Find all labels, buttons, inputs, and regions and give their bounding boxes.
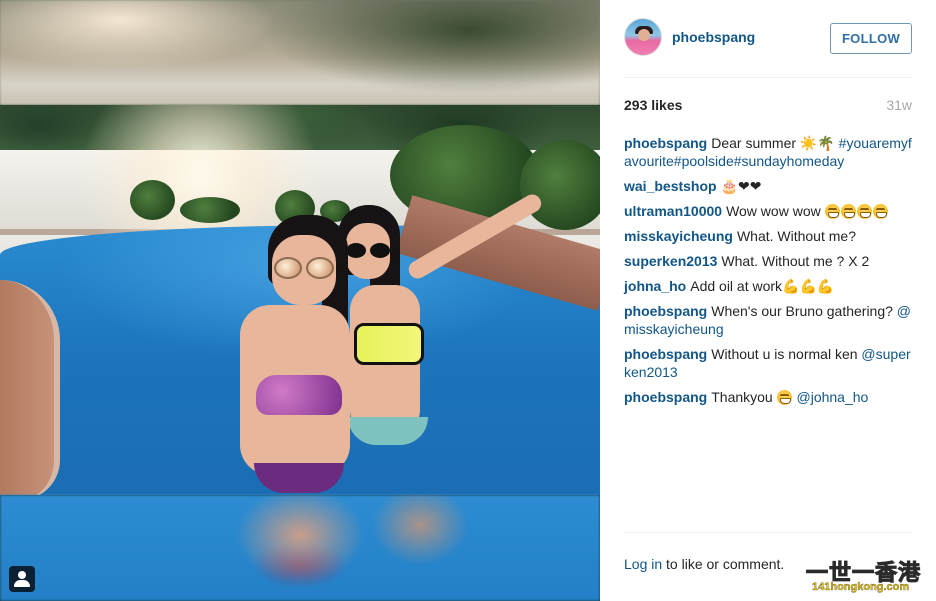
comment-text: When's our Bruno gathering? — [711, 303, 893, 319]
photo-image — [0, 105, 600, 495]
avatar[interactable] — [624, 18, 662, 56]
comment: ultraman10000 Wow wow wow — [624, 202, 914, 220]
caption: phoebspang Dear summer ☀️🌴 #youaremyfavou… — [624, 134, 914, 170]
divider — [624, 532, 912, 533]
post-info-panel: phoebspang FOLLOW 293 likes 31w phoebspa… — [600, 0, 936, 601]
comment-author[interactable]: phoebspang — [624, 389, 707, 405]
comment: wai_bestshop 🎂❤❤ — [624, 177, 914, 195]
comment-author[interactable]: johna_ho — [624, 278, 686, 294]
comment-author[interactable]: misskayicheung — [624, 228, 733, 244]
comment-text: Add oil at work💪💪💪 — [690, 278, 835, 294]
comment-author[interactable]: superken2013 — [624, 253, 717, 269]
grinning-face-icon — [776, 390, 792, 405]
likes-count[interactable]: 293 likes — [624, 97, 682, 113]
photo-blur-top — [0, 0, 600, 105]
post-age[interactable]: 31w — [886, 97, 912, 113]
post-photo[interactable] — [0, 0, 600, 601]
comment-text: What. Without me ? X 2 — [721, 253, 870, 269]
bush — [130, 180, 175, 220]
site-watermark: 一世一香港 141hongkong.com — [805, 555, 932, 597]
comment-author[interactable]: phoebspang — [624, 346, 707, 362]
comment-text: What. Without me? — [736, 228, 856, 244]
comment: phoebspang Thankyou @johna_ho — [624, 388, 914, 406]
post-header: phoebspang FOLLOW — [624, 0, 912, 78]
pool-deck-left — [0, 280, 60, 495]
comment-author[interactable]: phoebspang — [624, 303, 707, 319]
post-stats: 293 likes 31w — [624, 97, 912, 117]
person-left — [230, 215, 370, 495]
comment-author[interactable]: wai_bestshop — [624, 178, 717, 194]
watermark-url: 141hongkong.com — [812, 581, 910, 593]
comment: phoebspang Without u is normal ken @super… — [624, 345, 914, 381]
login-prompt: Log in to like or comment. — [624, 556, 784, 572]
comment: phoebspang When's our Bruno gathering? @m… — [624, 302, 914, 338]
comment-text: 🎂❤❤ — [720, 178, 762, 194]
comment: superken2013 What. Without me ? X 2 — [624, 252, 914, 270]
comments-list: phoebspang Dear summer ☀️🌴 #youaremyfavou… — [624, 134, 914, 413]
grinning-face-icon — [840, 204, 856, 219]
user-tag-icon[interactable] — [9, 566, 35, 592]
comment-text: Dear summer ☀️🌴 — [711, 135, 835, 151]
photo-blur-bottom — [0, 495, 600, 601]
grinning-face-icon — [824, 204, 840, 219]
owner-username[interactable]: phoebspang — [672, 29, 755, 45]
comment-text: Thankyou — [711, 389, 773, 405]
grinning-face-icon — [872, 204, 888, 219]
comment: misskayicheung What. Without me? — [624, 227, 914, 245]
login-prompt-text: to like or comment. — [662, 556, 785, 572]
login-link[interactable]: Log in — [624, 556, 662, 572]
comment: johna_ho Add oil at work💪💪💪 — [624, 277, 914, 295]
follow-button[interactable]: FOLLOW — [830, 23, 912, 54]
comment-author[interactable]: ultraman10000 — [624, 203, 722, 219]
mention-link[interactable]: @johna_ho — [797, 389, 869, 405]
grinning-face-icon — [856, 204, 872, 219]
comment-author[interactable]: phoebspang — [624, 135, 707, 151]
comment-text: Without u is normal ken — [711, 346, 858, 362]
comment-text: Wow wow wow — [726, 203, 821, 219]
